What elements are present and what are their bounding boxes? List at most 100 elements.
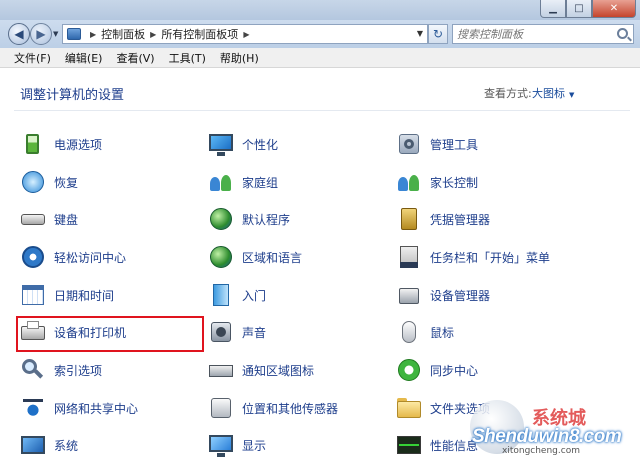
item-homegroup[interactable]: 家庭组 bbox=[208, 167, 278, 197]
item-label: 同步中心 bbox=[430, 363, 479, 378]
breadcrumb-separator-icon[interactable]: ▶ bbox=[243, 30, 249, 39]
parental-controls-icon bbox=[396, 169, 422, 195]
credential-vault-icon bbox=[396, 206, 422, 232]
network-icon bbox=[20, 395, 46, 421]
item-keyboard[interactable]: 键盘 bbox=[20, 204, 78, 234]
item-taskbar-and-start-menu[interactable]: 任务栏和「开始」菜单 bbox=[396, 242, 550, 272]
system-icon bbox=[20, 432, 46, 458]
breadcrumb-separator-icon[interactable]: ▶ bbox=[150, 30, 156, 39]
item-label: 声音 bbox=[242, 325, 267, 340]
item-administrative-tools[interactable]: 管理工具 bbox=[396, 129, 478, 159]
item-label: 区域和语言 bbox=[242, 250, 303, 265]
menu-file[interactable]: 文件(F) bbox=[14, 50, 51, 66]
watermark-site: xitongcheng.com bbox=[502, 446, 580, 456]
item-label: 系统 bbox=[54, 438, 79, 453]
search-input[interactable] bbox=[453, 25, 609, 43]
keyboard-icon bbox=[20, 206, 46, 232]
folder-icon bbox=[396, 395, 422, 421]
close-button[interactable]: ✕ bbox=[592, 0, 636, 18]
view-by-value[interactable]: 大图标 bbox=[532, 87, 565, 100]
item-label: 显示 bbox=[242, 438, 267, 453]
item-label: 网络和共享中心 bbox=[54, 401, 139, 416]
header-divider bbox=[14, 110, 630, 111]
ease-of-access-icon bbox=[20, 244, 46, 270]
item-label: 管理工具 bbox=[430, 137, 479, 152]
item-date-and-time[interactable]: 日期和时间 bbox=[20, 280, 114, 310]
item-personalization[interactable]: 个性化 bbox=[208, 129, 278, 159]
performance-icon bbox=[396, 432, 422, 458]
breadcrumb-control-panel[interactable]: 控制面板 bbox=[101, 26, 145, 42]
recent-pages-dropdown-icon[interactable]: ▼ bbox=[53, 30, 58, 38]
window-controls: ▁ □ ✕ bbox=[540, 0, 636, 18]
item-network-and-sharing[interactable]: 网络和共享中心 bbox=[20, 393, 138, 423]
item-sync-center[interactable]: 同步中心 bbox=[396, 355, 478, 385]
item-credential-manager[interactable]: 凭据管理器 bbox=[396, 204, 490, 234]
item-display[interactable]: 显示 bbox=[208, 430, 266, 460]
maximize-button[interactable]: □ bbox=[566, 0, 592, 18]
address-dropdown-icon[interactable]: ▼ bbox=[417, 29, 423, 38]
item-label: 个性化 bbox=[242, 137, 279, 152]
menu-tools[interactable]: 工具(T) bbox=[169, 50, 206, 66]
refresh-button[interactable]: ↻ bbox=[428, 24, 448, 44]
item-label: 轻松访问中心 bbox=[54, 250, 127, 265]
personalization-icon bbox=[208, 131, 234, 157]
notification-tray-icon bbox=[208, 357, 234, 383]
power-icon bbox=[20, 131, 46, 157]
item-label: 凭据管理器 bbox=[430, 212, 491, 227]
menu-view[interactable]: 查看(V) bbox=[116, 50, 154, 66]
item-label: 家庭组 bbox=[242, 175, 279, 190]
item-label: 电源选项 bbox=[54, 137, 103, 152]
view-by-selector[interactable]: 大图标 ▼ bbox=[532, 85, 574, 101]
search-box[interactable] bbox=[452, 24, 634, 44]
chevron-down-icon[interactable]: ▼ bbox=[569, 91, 574, 99]
back-button[interactable]: ◀ bbox=[8, 23, 30, 45]
control-panel-icon bbox=[67, 28, 81, 40]
magnifier-icon bbox=[20, 357, 46, 383]
item-mouse[interactable]: 鼠标 bbox=[396, 317, 454, 347]
sensor-icon bbox=[208, 395, 234, 421]
menu-edit[interactable]: 编辑(E) bbox=[65, 50, 103, 66]
item-indexing-options[interactable]: 索引选项 bbox=[20, 355, 102, 385]
mouse-icon bbox=[396, 319, 422, 345]
item-recovery[interactable]: 恢复 bbox=[20, 167, 78, 197]
item-label: 恢复 bbox=[54, 175, 79, 190]
breadcrumb-separator-icon[interactable]: ▶ bbox=[90, 30, 96, 39]
forward-button[interactable]: ▶ bbox=[30, 23, 52, 45]
display-icon bbox=[208, 432, 234, 458]
item-sound[interactable]: 声音 bbox=[208, 317, 266, 347]
item-default-programs[interactable]: 默认程序 bbox=[208, 204, 290, 234]
item-parental-controls[interactable]: 家长控制 bbox=[396, 167, 478, 197]
homegroup-icon bbox=[208, 169, 234, 195]
item-getting-started[interactable]: 入门 bbox=[208, 280, 266, 310]
item-system[interactable]: 系统 bbox=[20, 430, 78, 460]
page-title: 调整计算机的设置 bbox=[20, 88, 125, 103]
item-location-and-sensors[interactable]: 位置和其他传感器 bbox=[208, 393, 338, 423]
item-label: 家长控制 bbox=[430, 175, 479, 190]
minimize-button[interactable]: ▁ bbox=[540, 0, 566, 18]
item-label: 索引选项 bbox=[54, 363, 103, 378]
admin-tools-icon bbox=[396, 131, 422, 157]
item-label: 通知区域图标 bbox=[242, 363, 315, 378]
watermark-text: Shenduwin8.com bbox=[472, 426, 622, 447]
calendar-icon bbox=[20, 282, 46, 308]
item-region-and-language[interactable]: 区域和语言 bbox=[208, 242, 302, 272]
item-label: 默认程序 bbox=[242, 212, 291, 227]
search-icon[interactable] bbox=[617, 28, 628, 39]
globe-icon bbox=[208, 244, 234, 270]
breadcrumb-all-items[interactable]: 所有控制面板项 bbox=[161, 26, 238, 42]
item-label: 日期和时间 bbox=[54, 288, 115, 303]
speaker-icon bbox=[208, 319, 234, 345]
navigation-bar: ◀ ▶ ▼ ▶ 控制面板 ▶ 所有控制面板项 ▶ ▼ ↻ bbox=[0, 20, 640, 48]
device-manager-icon bbox=[396, 282, 422, 308]
item-power-options[interactable]: 电源选项 bbox=[20, 129, 102, 159]
recovery-icon bbox=[20, 169, 46, 195]
default-programs-icon bbox=[208, 206, 234, 232]
sync-icon bbox=[396, 357, 422, 383]
item-ease-of-access[interactable]: 轻松访问中心 bbox=[20, 242, 126, 272]
item-device-manager[interactable]: 设备管理器 bbox=[396, 280, 490, 310]
item-label: 设备管理器 bbox=[430, 288, 491, 303]
menu-help[interactable]: 帮助(H) bbox=[220, 50, 259, 66]
item-notification-area-icons[interactable]: 通知区域图标 bbox=[208, 355, 314, 385]
address-bar[interactable]: ▶ 控制面板 ▶ 所有控制面板项 ▶ ▼ bbox=[62, 24, 428, 44]
item-label: 入门 bbox=[242, 288, 267, 303]
